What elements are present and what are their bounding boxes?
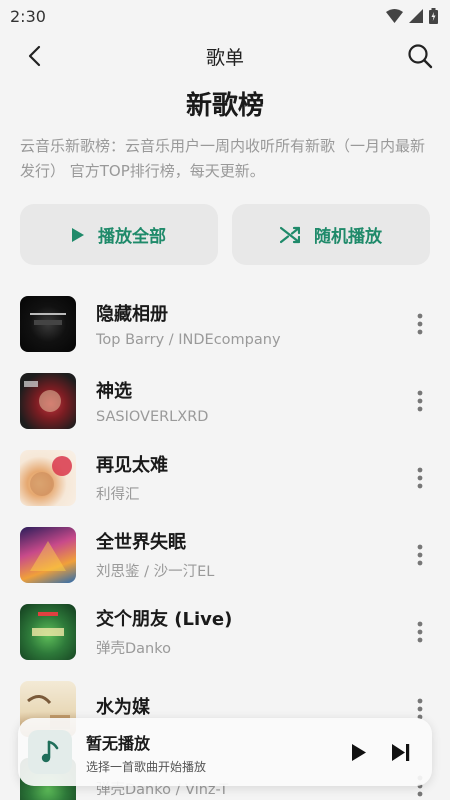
more-button[interactable]	[408, 616, 432, 648]
play-icon	[352, 743, 366, 761]
top-bar: 歌单	[0, 32, 450, 80]
song-artist: 弹壳Danko	[96, 641, 171, 657]
search-icon	[408, 44, 433, 69]
more-vertical-icon	[417, 621, 423, 642]
mini-player-info: 暂无播放 选择一首歌曲开始播放	[86, 730, 334, 775]
song-title: 全世界失眠	[96, 532, 186, 553]
song-title: 水为媒	[96, 696, 150, 718]
album-cover	[20, 449, 76, 506]
song-info: 再见太难 利得汇	[96, 451, 408, 504]
mini-player-art	[28, 730, 72, 774]
play-icon	[72, 227, 84, 242]
action-row: 播放全部 随机播放	[0, 204, 450, 265]
music-note-icon	[41, 740, 59, 763]
song-row[interactable]: 再见太难 利得汇	[0, 439, 450, 516]
song-row[interactable]: 隐藏相册 Top Barry / INDEcompany	[0, 285, 450, 362]
song-artist: 刘思鉴 / 沙一汀EL	[96, 564, 215, 580]
playlist-description: 云音乐新歌榜：云音乐用户一周内收听所有新歌（一月内最新发行） 官方TOP排行榜，…	[20, 137, 426, 180]
play-all-label: 播放全部	[98, 227, 166, 247]
back-button[interactable]	[18, 40, 50, 72]
song-info: 交个朋友 (Live) 弹壳Danko	[96, 605, 408, 658]
song-row[interactable]: 神选 SASIOVERLXRD	[0, 362, 450, 439]
mini-player-title: 暂无播放	[86, 733, 151, 753]
back-arrow-icon	[28, 45, 41, 67]
shuffle-icon	[280, 226, 300, 243]
status-time: 2:30	[10, 6, 46, 26]
signal-icon	[409, 9, 423, 23]
battery-icon	[429, 8, 438, 24]
more-button[interactable]	[408, 385, 432, 417]
play-button[interactable]	[342, 735, 376, 769]
more-vertical-icon	[417, 390, 423, 411]
status-icons	[386, 8, 438, 24]
song-row[interactable]: 交个朋友 (Live) 弹壳Danko	[0, 593, 450, 670]
shuffle-label: 随机播放	[314, 227, 382, 247]
skip-next-icon	[392, 743, 410, 761]
song-artist: 利得汇	[96, 487, 140, 503]
status-bar: 2:30	[0, 0, 450, 32]
next-button[interactable]	[384, 735, 418, 769]
page-title: 歌单	[205, 46, 244, 69]
song-title: 神选	[96, 380, 132, 402]
song-artist: Top Barry / INDEcompany	[96, 331, 281, 348]
mini-player[interactable]: 暂无播放 选择一首歌曲开始播放	[18, 718, 432, 786]
more-button[interactable]	[408, 539, 432, 571]
more-button[interactable]	[408, 308, 432, 340]
more-vertical-icon	[417, 544, 423, 565]
song-title: 交个朋友 (Live)	[96, 609, 233, 630]
album-cover	[20, 526, 76, 583]
search-button[interactable]	[404, 40, 436, 72]
playlist-title: 新歌榜	[185, 91, 264, 121]
wifi-icon	[386, 9, 403, 23]
shuffle-button[interactable]: 随机播放	[232, 204, 430, 265]
more-vertical-icon	[417, 698, 423, 719]
more-button[interactable]	[408, 462, 432, 494]
album-cover	[20, 372, 76, 429]
song-info: 隐藏相册 Top Barry / INDEcompany	[96, 300, 408, 348]
album-cover	[20, 295, 76, 352]
song-row[interactable]: 全世界失眠 刘思鉴 / 沙一汀EL	[0, 516, 450, 593]
song-info: 全世界失眠 刘思鉴 / 沙一汀EL	[96, 528, 408, 581]
mini-player-subtitle: 选择一首歌曲开始播放	[86, 759, 207, 774]
song-info: 神选 SASIOVERLXRD	[96, 377, 408, 425]
song-title: 隐藏相册	[96, 303, 168, 325]
more-vertical-icon	[417, 467, 423, 488]
play-all-button[interactable]: 播放全部	[20, 204, 218, 265]
song-artist: SASIOVERLXRD	[96, 408, 209, 425]
more-vertical-icon	[417, 313, 423, 334]
song-title: 再见太难	[96, 455, 168, 476]
album-cover	[20, 603, 76, 660]
